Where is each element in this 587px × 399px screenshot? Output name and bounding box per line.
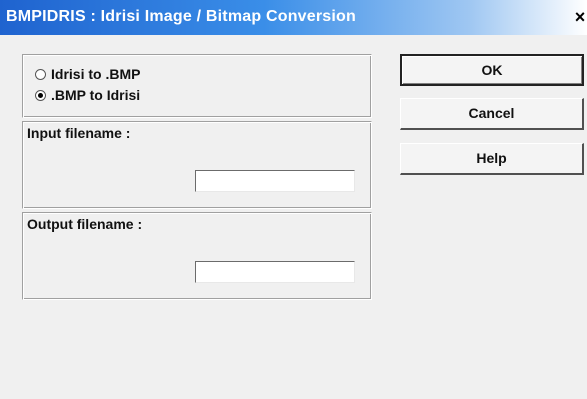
input-filename-group: Input filename : bbox=[22, 121, 372, 209]
close-icon[interactable]: × bbox=[573, 6, 587, 28]
window-title: BMPIDRIS : Idrisi Image / Bitmap Convers… bbox=[6, 8, 356, 25]
title-bar[interactable]: BMPIDRIS : Idrisi Image / Bitmap Convers… bbox=[0, 0, 587, 35]
ok-button[interactable]: OK bbox=[400, 54, 584, 86]
output-filename-group: Output filename : bbox=[22, 212, 372, 300]
radio-button-selected-icon[interactable] bbox=[35, 89, 46, 101]
radio-idrisi-to-bmp[interactable]: Idrisi to .BMP bbox=[35, 65, 140, 83]
input-filename-label: Input filename : bbox=[27, 125, 131, 141]
output-filename-label: Output filename : bbox=[27, 216, 143, 232]
cancel-button[interactable]: Cancel bbox=[400, 98, 584, 130]
output-filename-field[interactable] bbox=[195, 261, 355, 283]
input-filename-field[interactable] bbox=[195, 170, 355, 192]
radio-bmp-to-idrisi[interactable]: .BMP to Idrisi bbox=[35, 86, 140, 104]
radio-label: .BMP to Idrisi bbox=[51, 87, 141, 103]
help-button[interactable]: Help bbox=[400, 143, 584, 175]
conversion-mode-group: Idrisi to .BMP .BMP to Idrisi bbox=[22, 54, 372, 118]
radio-label: Idrisi to .BMP bbox=[51, 66, 141, 82]
radio-button-icon[interactable] bbox=[35, 68, 46, 80]
